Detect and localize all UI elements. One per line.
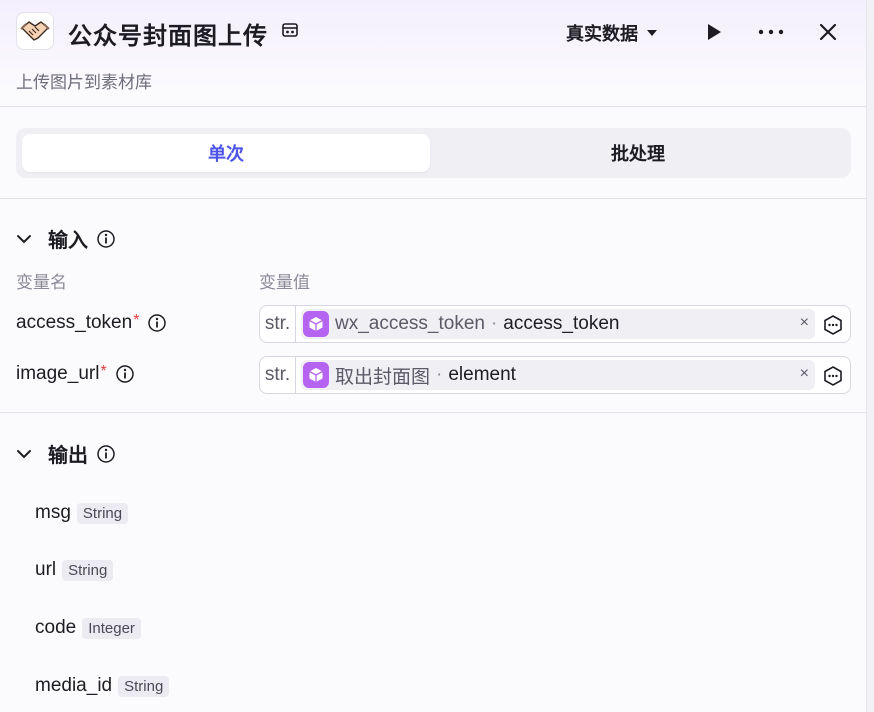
data-mode-label: 真实数据: [566, 24, 638, 44]
plugin-logo-handshake-icon: [16, 12, 54, 50]
tabs-divider: [0, 198, 866, 199]
column-header-name: 变量名: [16, 273, 67, 292]
clear-reference-button[interactable]: ×: [800, 314, 809, 332]
chevron-down-icon: [16, 233, 32, 245]
variable-reference-chip[interactable]: 取出封面图 · element ×: [301, 360, 815, 390]
tab-batch[interactable]: 批处理: [434, 134, 842, 172]
header-divider: [0, 106, 866, 107]
variable-reference-chip[interactable]: wx_access_token · access_token ×: [301, 309, 815, 339]
output-field-name: code: [35, 617, 77, 638]
tab-single[interactable]: 单次: [22, 134, 430, 172]
chevron-down-icon: [16, 448, 32, 460]
reference-source: 取出封面图: [335, 366, 431, 388]
reference-source: wx_access_token: [335, 313, 485, 334]
run-button[interactable]: [700, 18, 728, 46]
data-mode-dropdown[interactable]: 真实数据: [566, 20, 658, 46]
input-var-name: access_token *: [16, 312, 167, 334]
scrollbar-track[interactable]: [866, 0, 874, 712]
output-field-name: url: [35, 559, 57, 580]
required-mark: *: [100, 363, 107, 380]
type-selector[interactable]: str.: [260, 357, 296, 393]
node-test-panel: 公众号封面图上传 真实数据 上传图片到素材库 单次 批处理 输入 变量名 变量值…: [0, 0, 866, 712]
page-subtitle: 上传图片到素材库: [16, 73, 152, 92]
output-field-row: code Integer: [35, 617, 141, 639]
input-divider: [0, 412, 866, 413]
variable-select-icon[interactable]: [822, 314, 844, 336]
caret-down-icon: [647, 30, 657, 36]
variable-value-input[interactable]: str. wx_access_token · access_token ×: [259, 305, 851, 343]
more-button[interactable]: [757, 18, 785, 46]
info-icon[interactable]: [96, 444, 116, 464]
variable-value-input[interactable]: str. 取出封面图 · element ×: [259, 356, 851, 394]
input-var-name: image_url *: [16, 363, 135, 385]
type-badge: String: [76, 502, 129, 524]
cube-icon: [303, 362, 329, 388]
clear-reference-button[interactable]: ×: [800, 365, 809, 383]
variable-select-icon[interactable]: [822, 365, 844, 387]
var-name-label: access_token: [16, 312, 133, 333]
more-dots-icon: [758, 29, 784, 35]
output-field-row: media_id String: [35, 675, 170, 697]
type-badge: String: [118, 675, 170, 697]
input-section-title: 输入: [48, 230, 88, 252]
reference-separator: ·: [436, 364, 443, 385]
reference-field: element: [448, 364, 516, 385]
close-button[interactable]: [814, 18, 842, 46]
required-mark: *: [133, 312, 140, 329]
run-mode-tabs: 单次 批处理: [16, 128, 851, 178]
reference-field: access_token: [503, 313, 620, 334]
info-icon[interactable]: [147, 313, 167, 333]
input-section-header[interactable]: 输入: [16, 224, 116, 253]
type-selector[interactable]: str.: [260, 306, 296, 342]
output-field-name: msg: [35, 502, 71, 523]
play-icon: [708, 24, 721, 40]
type-badge: Integer: [82, 617, 141, 639]
page-title: 公众号封面图上传: [68, 23, 268, 50]
close-icon: [819, 23, 837, 41]
reference-separator: ·: [490, 313, 498, 334]
info-icon[interactable]: [96, 229, 116, 249]
output-field-row: msg String: [35, 502, 129, 524]
plugin-store-icon[interactable]: [280, 20, 300, 45]
column-header-value: 变量值: [259, 273, 310, 292]
output-field-row: url String: [35, 559, 114, 581]
cube-icon: [303, 311, 329, 337]
type-badge: String: [62, 559, 114, 581]
output-field-name: media_id: [35, 675, 113, 696]
var-name-label: image_url: [16, 363, 100, 384]
output-section-header[interactable]: 输出: [16, 439, 116, 468]
output-section-title: 输出: [48, 445, 88, 467]
info-icon[interactable]: [115, 364, 135, 384]
